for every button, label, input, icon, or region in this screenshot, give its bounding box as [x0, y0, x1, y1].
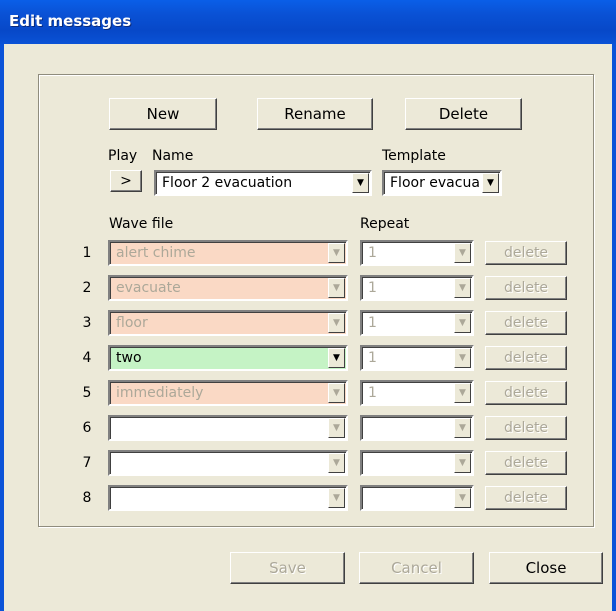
wave-file-combobox[interactable]: alert chime ▼ — [108, 240, 348, 266]
chevron-down-icon[interactable]: ▼ — [454, 383, 471, 403]
save-button[interactable]: Save — [230, 552, 345, 584]
wave-file-value: two — [116, 350, 142, 366]
play-button[interactable]: > — [110, 170, 142, 192]
name-label: Name — [152, 148, 194, 164]
repeat-value: 1 — [368, 385, 377, 401]
wave-file-combobox[interactable]: ▼ — [108, 450, 348, 476]
chevron-down-icon[interactable]: ▼ — [328, 348, 345, 368]
chevron-down-icon[interactable]: ▼ — [454, 243, 471, 263]
wave-file-combobox[interactable]: ▼ — [108, 415, 348, 441]
delete-message-button[interactable]: Delete — [405, 98, 522, 130]
chevron-down-icon[interactable]: ▼ — [454, 348, 471, 368]
row-delete-button[interactable]: delete — [485, 486, 567, 510]
chevron-down-icon[interactable]: ▼ — [454, 418, 471, 438]
row-delete-button[interactable]: delete — [485, 241, 567, 265]
row-delete-button[interactable]: delete — [485, 311, 567, 335]
new-button[interactable]: New — [109, 98, 217, 130]
wave-file-label: Wave file — [109, 216, 174, 232]
row-delete-button[interactable]: delete — [485, 346, 567, 370]
wave-file-combobox[interactable]: two ▼ — [108, 345, 348, 371]
name-combobox[interactable]: Floor 2 evacuation ▼ — [154, 170, 372, 196]
repeat-combobox[interactable]: ▼ — [360, 485, 474, 511]
row-number: 2 — [82, 280, 92, 296]
chevron-down-icon[interactable]: ▼ — [328, 383, 345, 403]
chevron-down-icon[interactable]: ▼ — [454, 313, 471, 333]
window-title: Edit messages — [9, 12, 132, 30]
row-number: 4 — [82, 350, 92, 366]
repeat-combobox[interactable]: ▼ — [360, 450, 474, 476]
repeat-value: 1 — [368, 315, 377, 331]
repeat-value: 1 — [368, 245, 377, 261]
row-delete-button[interactable]: delete — [485, 381, 567, 405]
cancel-button[interactable]: Cancel — [359, 552, 474, 584]
chevron-down-icon[interactable]: ▼ — [328, 313, 345, 333]
repeat-combobox[interactable]: 1 ▼ — [360, 275, 474, 301]
chevron-down-icon[interactable]: ▼ — [454, 453, 471, 473]
row-number: 7 — [82, 455, 92, 471]
repeat-combobox[interactable]: 1 ▼ — [360, 240, 474, 266]
template-combobox[interactable]: Floor evacuat ▼ — [382, 170, 502, 196]
template-value: Floor evacuat — [390, 175, 480, 191]
chevron-down-icon[interactable]: ▼ — [454, 488, 471, 508]
chevron-down-icon[interactable]: ▼ — [328, 418, 345, 438]
row-delete-button[interactable]: delete — [485, 451, 567, 475]
repeat-value: 1 — [368, 280, 377, 296]
wave-file-value: alert chime — [116, 245, 196, 261]
close-button[interactable]: Close — [489, 552, 603, 584]
chevron-down-icon[interactable]: ▼ — [454, 278, 471, 298]
wave-file-value: evacuate — [116, 280, 181, 296]
wave-file-value: floor — [116, 315, 148, 331]
repeat-value: 1 — [368, 350, 377, 366]
row-number: 8 — [82, 490, 92, 506]
title-bar[interactable]: Edit messages — [0, 0, 616, 44]
chevron-down-icon[interactable]: ▼ — [328, 243, 345, 263]
chevron-down-icon[interactable]: ▼ — [328, 488, 345, 508]
wave-file-combobox[interactable]: floor ▼ — [108, 310, 348, 336]
repeat-combobox[interactable]: 1 ▼ — [360, 380, 474, 406]
edit-messages-window: Edit messages New Rename Delete Play Nam… — [0, 0, 616, 611]
row-delete-button[interactable]: delete — [485, 276, 567, 300]
chevron-down-icon[interactable]: ▼ — [328, 453, 345, 473]
repeat-combobox[interactable]: ▼ — [360, 415, 474, 441]
repeat-combobox[interactable]: 1 ▼ — [360, 345, 474, 371]
chevron-down-icon[interactable]: ▼ — [482, 173, 499, 193]
template-label: Template — [382, 148, 446, 164]
repeat-label: Repeat — [360, 216, 410, 232]
row-number: 3 — [82, 315, 92, 331]
name-value: Floor 2 evacuation — [162, 175, 293, 191]
chevron-down-icon[interactable]: ▼ — [352, 173, 369, 193]
play-label: Play — [108, 148, 138, 164]
wave-file-combobox[interactable]: ▼ — [108, 485, 348, 511]
wave-file-combobox[interactable]: immediately ▼ — [108, 380, 348, 406]
dialog-body: New Rename Delete Play Name Template > F… — [4, 44, 612, 611]
row-number: 6 — [82, 420, 92, 436]
chevron-down-icon[interactable]: ▼ — [328, 278, 345, 298]
row-number: 5 — [82, 385, 92, 401]
repeat-combobox[interactable]: 1 ▼ — [360, 310, 474, 336]
row-delete-button[interactable]: delete — [485, 416, 567, 440]
rename-button[interactable]: Rename — [257, 98, 373, 130]
wave-file-value: immediately — [116, 385, 204, 401]
row-number: 1 — [82, 245, 92, 261]
wave-file-combobox[interactable]: evacuate ▼ — [108, 275, 348, 301]
